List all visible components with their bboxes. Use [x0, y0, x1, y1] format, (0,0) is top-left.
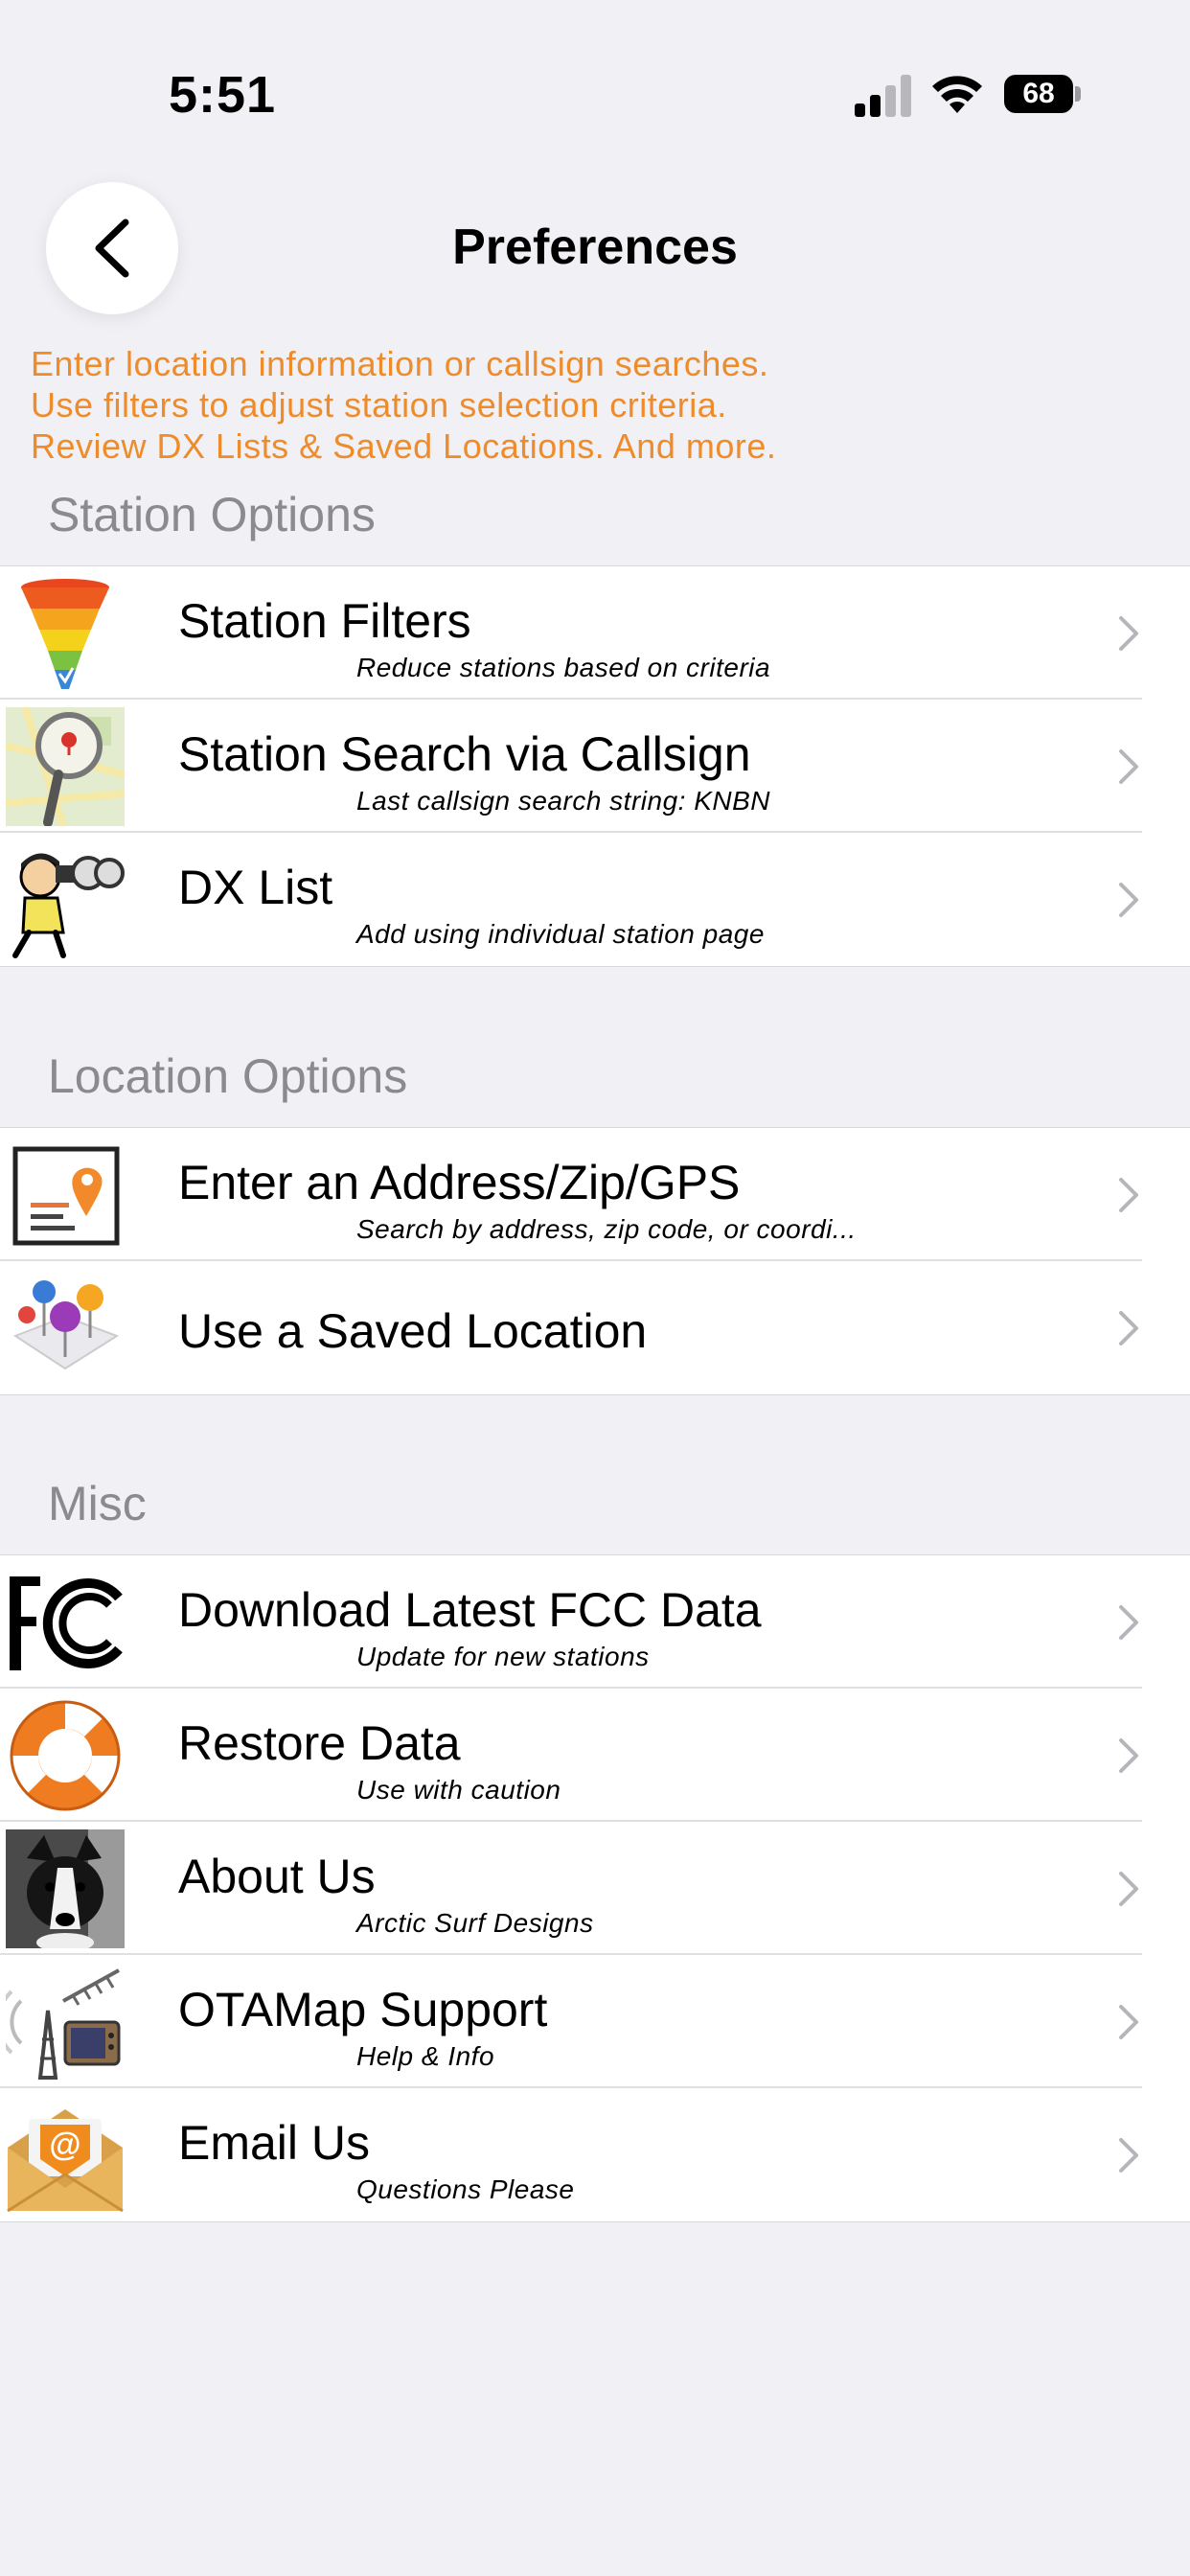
chevron-right-icon: [1119, 1738, 1138, 1773]
row-sublabel: Last callsign search string: KNBN: [356, 786, 771, 816]
chevron-right-icon: [1119, 616, 1138, 651]
row-station-filters[interactable]: Station Filters Reduce stations based on…: [0, 566, 1190, 700]
row-about-us[interactable]: About Us Arctic Surf Designs: [0, 1822, 1190, 1955]
fcc-logo-icon: [10, 1576, 123, 1670]
funnel-icon: [21, 579, 109, 689]
chevron-right-icon: [1119, 1311, 1138, 1346]
saved-pins-icon: [12, 1280, 120, 1370]
row-label: Use a Saved Location: [178, 1304, 648, 1358]
chevron-right-icon: [1119, 1872, 1138, 1906]
location-options-group: Enter an Address/Zip/GPS Search by addre…: [0, 1127, 1190, 1395]
row-label: Email Us: [178, 2116, 371, 2170]
intro-line: Review DX Lists & Saved Locations. And m…: [31, 426, 777, 466]
row-label: Enter an Address/Zip/GPS: [178, 1156, 741, 1209]
chevron-right-icon: [1119, 1605, 1138, 1640]
row-restore-data[interactable]: Restore Data Use with caution: [0, 1689, 1190, 1822]
chevron-right-icon: [1119, 2138, 1138, 2173]
map-magnifier-icon: [6, 707, 125, 826]
row-sublabel: Help & Info: [356, 2041, 495, 2071]
page-title: Preferences: [452, 219, 738, 275]
binoculars-man-icon: [12, 853, 125, 958]
row-label: OTAMap Support: [178, 1983, 548, 2036]
section-label-location-options: Location Options: [48, 1049, 408, 1103]
row-download-fcc-data[interactable]: Download Latest FCC Data Update for new …: [0, 1555, 1190, 1689]
intro-line: Enter location information or callsign s…: [31, 344, 769, 383]
battery-icon: 68: [1004, 75, 1081, 113]
cellular-signal-icon: [855, 75, 911, 117]
envelope-icon: @: [7, 2109, 124, 2213]
lifebuoy-icon: [10, 1700, 121, 1811]
station-options-group: Station Filters Reduce stations based on…: [0, 565, 1190, 967]
section-label-misc: Misc: [48, 1477, 147, 1530]
chevron-right-icon: [1119, 883, 1138, 917]
row-sublabel: Update for new stations: [356, 1642, 650, 1671]
row-label: Station Search via Callsign: [178, 727, 751, 781]
row-dx-list[interactable]: DX List Add using individual station pag…: [0, 833, 1190, 966]
row-email-us[interactable]: @ Email Us Questions Please: [0, 2088, 1190, 2221]
row-enter-address[interactable]: Enter an Address/Zip/GPS Search by addre…: [0, 1128, 1190, 1261]
antenna-tv-icon: [6, 1968, 121, 2080]
status-time: 5:51: [169, 66, 277, 124]
svg-text:@: @: [49, 2127, 80, 2163]
address-pin-icon: [12, 1146, 120, 1246]
section-label-station-options: Station Options: [48, 488, 376, 541]
row-label: Restore Data: [178, 1716, 461, 1770]
intro-line: Use filters to adjust station selection …: [31, 385, 727, 425]
row-station-search-callsign[interactable]: Station Search via Callsign Last callsig…: [0, 700, 1190, 833]
row-sublabel: Use with caution: [356, 1775, 561, 1805]
dog-photo-icon: [6, 1829, 125, 1948]
intro-text: Enter location information or callsign s…: [31, 343, 1161, 467]
battery-level: 68: [1004, 75, 1073, 113]
row-label: Station Filters: [178, 594, 471, 648]
misc-group: Download Latest FCC Data Update for new …: [0, 1554, 1190, 2222]
chevron-right-icon: [1119, 2005, 1138, 2039]
row-sublabel: Add using individual station page: [356, 919, 765, 949]
row-otamap-support[interactable]: OTAMap Support Help & Info: [0, 1955, 1190, 2088]
chevron-right-icon: [1119, 1178, 1138, 1212]
row-sublabel: Reduce stations based on criteria: [356, 653, 771, 682]
wifi-icon: [932, 76, 982, 113]
row-sublabel: Search by address, zip code, or coordi..…: [356, 1214, 857, 1244]
row-label: About Us: [178, 1850, 376, 1903]
row-label: Download Latest FCC Data: [178, 1583, 762, 1637]
status-bar: 5:51 68: [0, 0, 1190, 144]
row-sublabel: Questions Please: [356, 2174, 575, 2204]
row-label: DX List: [178, 861, 333, 914]
row-sublabel: Arctic Surf Designs: [356, 1908, 594, 1938]
chevron-right-icon: [1119, 749, 1138, 784]
row-use-saved-location[interactable]: Use a Saved Location: [0, 1261, 1190, 1394]
